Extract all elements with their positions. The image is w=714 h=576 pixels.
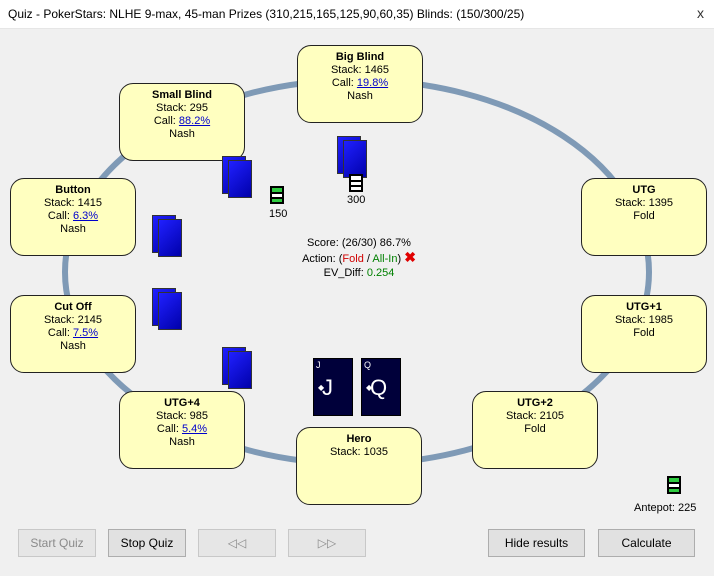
seat-hero: Hero Stack: 1035 <box>296 427 422 505</box>
seat-call: Call: 19.8% <box>331 77 389 89</box>
seat-status: Nash <box>60 223 86 235</box>
hole-card-jack: J ◆ J <box>313 358 353 416</box>
seat-stack: Stack: 295 <box>156 102 208 114</box>
seat-button: Button Stack: 1415 Call: 6.3% Nash <box>10 178 136 256</box>
next-button[interactable]: ▷▷ <box>288 529 366 557</box>
seat-name: UTG+4 <box>164 397 200 409</box>
seat-call: Call: 5.4% <box>156 423 208 435</box>
seat-stack: Stack: 2145 <box>43 314 103 326</box>
seat-status: Fold <box>633 327 655 339</box>
seat-status: Nash <box>347 90 373 102</box>
seat-name: Big Blind <box>335 51 385 63</box>
quiz-result-panel: Score: (26/30) 86.7% Action: (Fold / All… <box>290 236 428 280</box>
card-back-icon <box>152 288 182 330</box>
ev-diff-value: 0.254 <box>366 267 395 279</box>
seat-name: Button <box>55 184 91 196</box>
calculate-button[interactable]: Calculate <box>598 529 695 557</box>
call-link[interactable]: 88.2% <box>179 115 210 127</box>
seat-name: UTG+2 <box>517 397 553 409</box>
chip-stack-icon <box>349 174 363 192</box>
seat-status: Nash <box>169 436 195 448</box>
card-back-icon <box>337 136 367 178</box>
call-link[interactable]: 6.3% <box>73 210 98 222</box>
seat-stack: Stack: 985 <box>156 410 208 422</box>
stop-quiz-button[interactable]: Stop Quiz <box>108 529 186 557</box>
card-back-icon <box>222 156 252 198</box>
seat-cut-off: Cut Off Stack: 2145 Call: 7.5% Nash <box>10 295 136 373</box>
previous-button[interactable]: ◁◁ <box>198 529 276 557</box>
seat-status: Fold <box>633 210 655 222</box>
chip-stack-icon <box>667 476 681 494</box>
seat-utg1: UTG+1 Stack: 1985 Fold <box>581 295 707 373</box>
score-text: Score: (26/30) 86.7% <box>307 237 411 249</box>
seat-stack: Stack: 1415 <box>43 197 103 209</box>
hole-card-queen: Q ◆ Q <box>361 358 401 416</box>
seat-utg2: UTG+2 Stack: 2105 Fold <box>472 391 598 469</box>
start-quiz-button[interactable]: Start Quiz <box>18 529 96 557</box>
bet-amount-big-blind: 300 <box>347 194 366 206</box>
seat-status: Fold <box>524 423 546 435</box>
seat-stack: Stack: 1035 <box>329 446 389 458</box>
card-back-icon <box>152 215 182 257</box>
seat-call: Call: 7.5% <box>47 327 99 339</box>
hide-results-button[interactable]: Hide results <box>488 529 585 557</box>
seat-stack: Stack: 1985 <box>614 314 674 326</box>
call-link[interactable]: 5.4% <box>182 423 207 435</box>
action-fold: Fold <box>342 253 364 265</box>
call-link[interactable]: 7.5% <box>73 327 98 339</box>
seat-status: Nash <box>169 128 195 140</box>
seat-call: Call: 88.2% <box>153 115 211 127</box>
card-back-icon <box>222 347 252 389</box>
chip-stack-icon <box>270 186 284 204</box>
seat-name: UTG+1 <box>626 301 662 313</box>
seat-stack: Stack: 1465 <box>330 64 390 76</box>
seat-utg: UTG Stack: 1395 Fold <box>581 178 707 256</box>
seat-big-blind: Big Blind Stack: 1465 Call: 19.8% Nash <box>297 45 423 123</box>
bet-amount-small-blind: 150 <box>269 208 288 220</box>
action-allin: All-In <box>372 253 398 265</box>
seat-name: Small Blind <box>152 89 212 101</box>
call-link[interactable]: 19.8% <box>357 77 388 89</box>
seat-name: UTG <box>632 184 656 196</box>
seat-name: Hero <box>346 433 372 445</box>
seat-small-blind: Small Blind Stack: 295 Call: 88.2% Nash <box>119 83 245 161</box>
seat-call: Call: 6.3% <box>47 210 99 222</box>
action-line: Action: (Fold / All-In) ✖ <box>302 249 416 265</box>
seat-name: Cut Off <box>54 301 92 313</box>
wrong-answer-icon: ✖ <box>404 249 416 265</box>
seat-stack: Stack: 2105 <box>505 410 565 422</box>
antepot-label: Antepot: 225 <box>634 502 697 514</box>
ev-diff-line: EV_Diff: 0.254 <box>323 267 395 279</box>
seat-status: Nash <box>60 340 86 352</box>
seat-stack: Stack: 1395 <box>614 197 674 209</box>
seat-utg4: UTG+4 Stack: 985 Call: 5.4% Nash <box>119 391 245 469</box>
